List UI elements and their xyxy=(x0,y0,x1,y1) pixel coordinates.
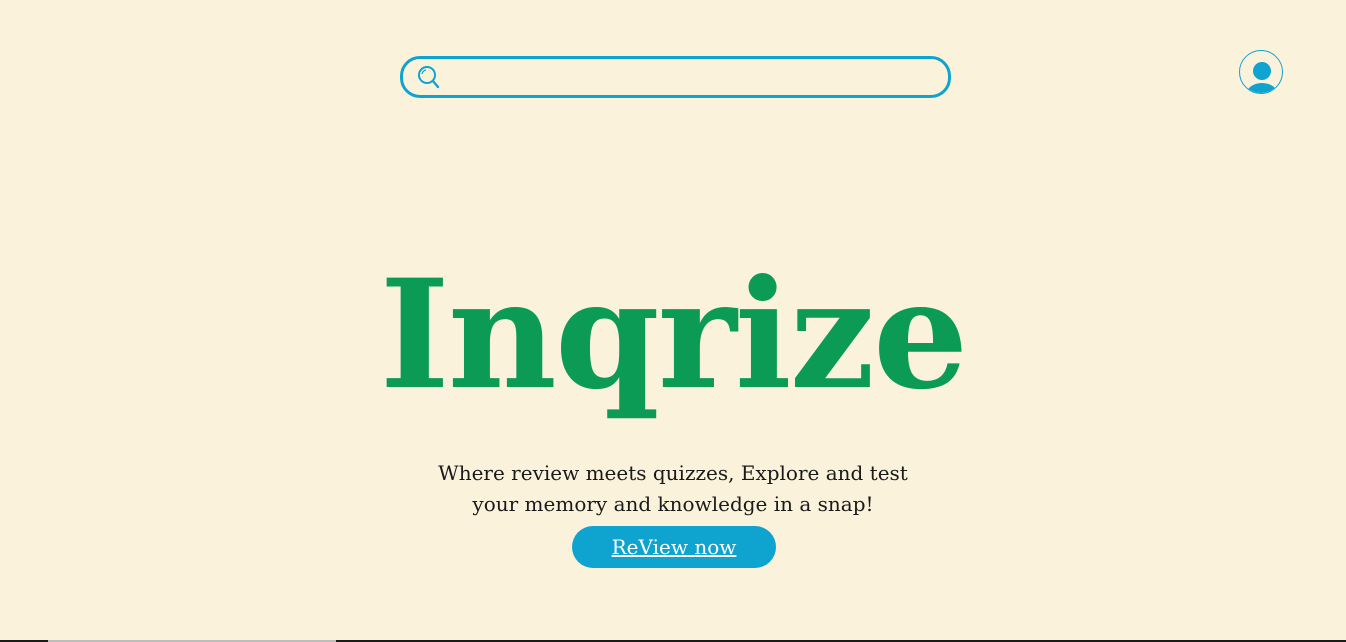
review-now-button[interactable]: ReView now xyxy=(572,526,776,568)
tagline: Where review meets quizzes, Explore and … xyxy=(0,458,1346,520)
tagline-line-1: Where review meets quizzes, Explore and … xyxy=(438,461,908,485)
search-bar[interactable] xyxy=(400,56,951,98)
search-icon[interactable] xyxy=(414,64,440,90)
tagline-line-2: your memory and knowledge in a snap! xyxy=(472,492,874,516)
user-avatar-icon[interactable] xyxy=(1239,50,1283,94)
search-input[interactable] xyxy=(443,62,942,94)
brand-title: Inqrize xyxy=(379,247,969,423)
